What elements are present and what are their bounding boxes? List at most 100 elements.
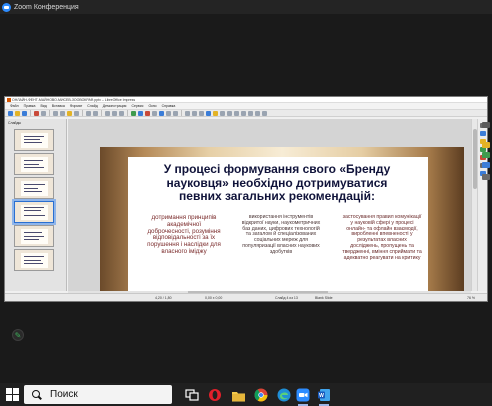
thumbnail-line	[24, 232, 42, 233]
slide-thumbnail[interactable]	[14, 249, 54, 271]
file-explorer-icon[interactable]	[230, 387, 246, 403]
taskbar-search[interactable]: Поиск	[24, 385, 172, 404]
windows-start-icon[interactable]	[6, 388, 19, 401]
thumbnail-line	[24, 215, 45, 216]
slides-panel-title: Слайды	[8, 121, 22, 125]
recommendation-communication[interactable]: застосування правил комунікації у науков…	[342, 214, 422, 261]
fontwork-icon[interactable]	[173, 110, 178, 116]
zoom-titlebar: Zoom Конференция	[0, 0, 492, 14]
pointer-icon[interactable]	[482, 162, 490, 168]
slide-counter: Слайд 4 из 13	[275, 296, 298, 300]
align-icon[interactable]	[234, 110, 239, 116]
slide-thumbnail-selected[interactable]	[12, 199, 56, 225]
menu-format[interactable]: Формат	[70, 103, 82, 109]
ellipse-icon[interactable]	[199, 110, 204, 116]
insert-image-icon[interactable]	[138, 110, 143, 116]
opera-icon[interactable]	[207, 387, 223, 403]
impress-app-icon	[7, 98, 11, 102]
slide-thumbnail[interactable]	[14, 225, 54, 247]
new-document-icon[interactable]	[8, 110, 13, 116]
thumbnail-content	[21, 157, 48, 172]
undo-icon[interactable]	[86, 110, 91, 116]
menu-insert[interactable]: Вставка	[52, 103, 65, 109]
insert-textbox-icon[interactable]	[159, 110, 164, 116]
thumbnail-content	[21, 205, 48, 220]
menu-tools[interactable]: Сервис	[131, 103, 143, 109]
save-icon[interactable]	[22, 110, 27, 116]
special-character-icon[interactable]	[166, 110, 171, 116]
toolbar-separator	[30, 110, 31, 116]
word-icon[interactable]: W	[316, 387, 332, 406]
find-replace-icon[interactable]	[105, 110, 110, 116]
shapes-icon[interactable]	[213, 110, 218, 116]
thumbnail-line	[24, 160, 43, 161]
menu-slideshow[interactable]: Демонстрация	[103, 103, 127, 109]
print-icon[interactable]	[41, 110, 46, 116]
menu-edit[interactable]: Правка	[24, 103, 36, 109]
current-slide[interactable]: У процесі формування свого «Бренду науко…	[100, 147, 464, 297]
paste-icon[interactable]	[67, 110, 72, 116]
thumbnail-line	[24, 142, 42, 143]
thumbnail-line	[24, 188, 38, 189]
menu-help[interactable]: Справка	[162, 103, 176, 109]
thumbnail-content	[21, 253, 48, 268]
arrow-icon[interactable]	[206, 110, 211, 116]
libreoffice-body: Слайды У процесі формування свого «Бренд…	[5, 119, 487, 297]
spellcheck-icon[interactable]	[112, 110, 117, 116]
slide-title[interactable]: У процесі формування свого «Бренду науко…	[148, 162, 406, 204]
thumbnail-line	[24, 164, 39, 165]
arrange-icon[interactable]	[241, 110, 246, 116]
recommendation-open-science[interactable]: використання інструментів відкритої наук…	[240, 214, 322, 256]
export-pdf-icon[interactable]	[34, 110, 39, 116]
thumbnail-line	[24, 260, 41, 261]
line-icon[interactable]	[185, 110, 190, 116]
pen-icon[interactable]: ✎	[12, 329, 24, 341]
search-icon	[32, 389, 42, 400]
highlight-icon[interactable]	[482, 152, 490, 158]
crop-icon[interactable]	[255, 110, 260, 116]
more-options-icon[interactable]	[482, 174, 490, 180]
insert-media-icon[interactable]	[145, 110, 150, 116]
copy-icon[interactable]	[60, 110, 65, 116]
rotate-icon[interactable]	[227, 110, 232, 116]
slide-edit-area[interactable]: У процесі формування свого «Бренду науко…	[68, 119, 471, 297]
slide-thumbnail[interactable]	[14, 177, 54, 199]
cursor-position: 4,20 / 1,80	[155, 296, 172, 300]
share-option-icon[interactable]	[482, 122, 490, 128]
thumbnail-content	[21, 181, 48, 196]
annotate-icon[interactable]	[482, 142, 490, 148]
redo-icon[interactable]	[93, 110, 98, 116]
thumbnail-line	[24, 139, 40, 140]
toolbar-separator	[127, 110, 128, 116]
insert-chart-icon[interactable]	[152, 110, 157, 116]
thumbnail-line	[24, 207, 44, 208]
clone-formatting-icon[interactable]	[74, 110, 79, 116]
slide-thumbnail[interactable]	[14, 129, 54, 151]
menu-view[interactable]: Вид	[40, 103, 46, 109]
thumbnail-line	[24, 256, 44, 257]
connector-icon[interactable]	[220, 110, 225, 116]
filter-icon[interactable]	[262, 110, 267, 116]
chrome-icon[interactable]	[253, 387, 269, 403]
toolbar-separator	[49, 110, 50, 116]
shadow-icon[interactable]	[248, 110, 253, 116]
statusbar: 4,20 / 1,80 0,00 x 0,00 Слайд 4 из 13 Bl…	[5, 293, 487, 301]
open-folder-icon[interactable]	[15, 110, 20, 116]
insert-table-icon[interactable]	[131, 110, 136, 116]
menu-window[interactable]: Окно	[148, 103, 156, 109]
grid-icon[interactable]	[119, 110, 124, 116]
cut-icon[interactable]	[53, 110, 58, 116]
menu-file[interactable]: Файл	[10, 103, 19, 109]
zoom-level[interactable]: 76 %	[467, 296, 475, 300]
task-view-icon[interactable]	[184, 387, 200, 403]
slide-thumbnail[interactable]	[14, 153, 54, 175]
toolbar-separator	[101, 110, 102, 116]
menu-slide[interactable]: Слайд	[87, 103, 98, 109]
object-size: 0,00 x 0,00	[205, 296, 223, 300]
slide-content-card: У процесі формування свого «Бренду науко…	[128, 157, 428, 291]
zoom-taskbar-icon[interactable]	[295, 387, 311, 406]
edge-icon[interactable]	[276, 387, 292, 403]
recommendation-integrity[interactable]: дотримання принципів академічної доброче…	[146, 214, 222, 256]
rectangle-icon[interactable]	[192, 110, 197, 116]
zoom-window-title: Zoom Конференция	[14, 3, 79, 11]
